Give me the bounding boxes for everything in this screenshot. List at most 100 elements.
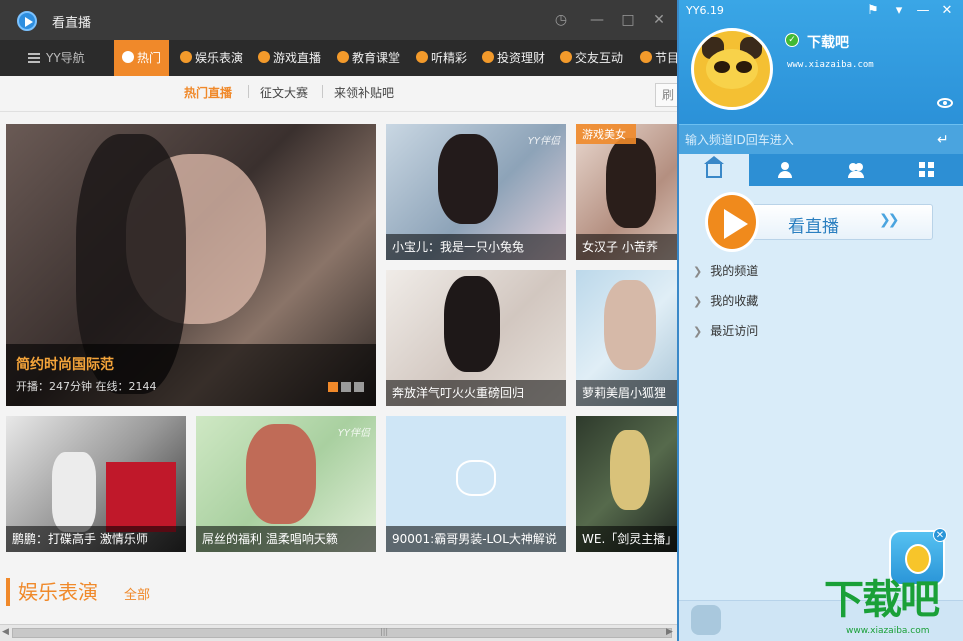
- avatar-eye: [736, 61, 752, 73]
- nav-item-hot[interactable]: 热门: [114, 40, 170, 76]
- carousel-dot-3[interactable]: [354, 382, 364, 392]
- stream-thumbnail: [610, 430, 650, 510]
- refresh-button[interactable]: 刷: [655, 83, 677, 107]
- link-icon: [560, 51, 572, 63]
- stream-tile[interactable]: WE.「剑灵主播」: [576, 416, 677, 552]
- watch-live-button[interactable]: 看直播 ❯❯: [703, 190, 933, 254]
- subnav-divider: [322, 85, 323, 98]
- subnav-divider: [248, 85, 249, 98]
- link-recent-visits[interactable]: ❯ 最近访问: [693, 322, 758, 339]
- tab-contacts[interactable]: [750, 154, 820, 186]
- stream-caption: 女汉子 小苦荞: [576, 234, 677, 260]
- featured-meta: 开播：247分钟 在线：2144: [16, 380, 157, 393]
- scroll-left-icon[interactable]: ◀: [2, 627, 9, 637]
- music-icon: [416, 51, 428, 63]
- nav-item-yy-guide[interactable]: YY导航: [28, 40, 85, 76]
- channel-search-bar: ↵: [679, 124, 963, 154]
- pet-icon[interactable]: [691, 605, 721, 635]
- visibility-eye-icon[interactable]: [937, 98, 953, 108]
- minimize-icon[interactable]: —: [589, 12, 605, 28]
- carousel-dot-1[interactable]: [328, 382, 338, 392]
- double-chevron-right-icon: ❯❯: [879, 212, 900, 228]
- nav-item-programs[interactable]: 节目: [640, 40, 677, 76]
- stream-tile[interactable]: 90001:霸哥男装-LOL大神解说: [386, 416, 566, 552]
- featured-stream-tile[interactable]: 简约时尚国际范 开播：247分钟 在线：2144: [6, 124, 376, 406]
- tab-apps[interactable]: [892, 154, 962, 186]
- maximize-icon[interactable]: □: [620, 12, 636, 28]
- scrollbar-thumb[interactable]: [12, 628, 672, 638]
- channel-id-input[interactable]: [685, 129, 931, 151]
- enter-icon[interactable]: ↵: [937, 132, 949, 148]
- section-title: 娱乐表演: [6, 578, 98, 606]
- home-icon: [704, 156, 724, 178]
- stream-caption: 90001:霸哥男装-LOL大神解说: [386, 526, 566, 552]
- stream-watermark: YY伴侣: [527, 136, 560, 147]
- smile-icon: [180, 51, 192, 63]
- nav-item-social[interactable]: 交友互动: [560, 40, 623, 76]
- stream-caption: 屌丝的福利 温柔唱响天籁: [196, 526, 376, 552]
- stream-caption: 奔放洋气叮火火重磅回归: [386, 380, 566, 406]
- yy-minimize-icon[interactable]: —: [915, 3, 931, 19]
- stream-watermark: YY伴侣: [337, 428, 370, 439]
- scrollbar-grip-icon: |||: [380, 627, 389, 636]
- avatar-eye: [714, 61, 730, 73]
- stream-thumbnail: [246, 424, 316, 524]
- yy-menu-icon[interactable]: ▾: [891, 3, 907, 19]
- stream-thumbnail: [604, 280, 656, 370]
- chevron-right-icon: ❯: [693, 325, 703, 338]
- desktop: 看直播 ◷ — □ ✕ YY导航 热门 娱乐表演 游戏直播 教育课堂 听精彩 投…: [0, 0, 963, 641]
- group-icon: [848, 162, 864, 178]
- site-watermark-url: www.xiazaiba.com: [846, 626, 930, 636]
- subnav-hot-live[interactable]: 热门直播: [184, 84, 232, 101]
- stream-tile[interactable]: 奔放洋气叮火火重磅回归: [386, 270, 566, 406]
- carousel-dot-2[interactable]: [341, 382, 351, 392]
- yy-close-icon[interactable]: ✕: [939, 3, 955, 19]
- stream-thumbnail: [606, 138, 656, 228]
- stream-caption: 小宝儿：我是一只小兔兔: [386, 234, 566, 260]
- history-clock-icon[interactable]: ◷: [553, 12, 569, 28]
- yy-tab-bar: [679, 154, 963, 186]
- section-all-link[interactable]: 全部: [124, 584, 150, 603]
- nav-item-entertainment[interactable]: 娱乐表演: [180, 40, 243, 76]
- nav-item-education[interactable]: 教育课堂: [337, 40, 400, 76]
- user-icon: [777, 162, 793, 178]
- egg-icon: [905, 544, 931, 574]
- online-status-icon[interactable]: ✓: [785, 33, 799, 47]
- subnav-subsidy[interactable]: 来领补贴吧: [334, 84, 394, 101]
- stream-tag: 游戏美女: [576, 124, 636, 144]
- username: 下载吧: [807, 35, 849, 51]
- stream-tile[interactable]: YY伴侣 屌丝的福利 温柔唱响天籁: [196, 416, 376, 552]
- horizontal-scrollbar[interactable]: ◀ ||| ▶: [0, 624, 677, 641]
- nav-item-listen[interactable]: 听精彩: [416, 40, 467, 76]
- live-logo-icon: [17, 11, 37, 31]
- stream-thumbnail: [438, 134, 498, 224]
- menu-icon: [28, 53, 40, 63]
- gamepad-icon: [258, 51, 270, 63]
- link-my-favorites[interactable]: ❯ 我的收藏: [693, 292, 758, 309]
- nav-item-game-live[interactable]: 游戏直播: [258, 40, 321, 76]
- skin-icon[interactable]: ⚑: [865, 3, 881, 19]
- link-my-channels[interactable]: ❯ 我的频道: [693, 262, 758, 279]
- stream-caption: 萝莉美眉小狐狸: [576, 380, 677, 406]
- close-icon[interactable]: ✕: [651, 12, 667, 28]
- avatar[interactable]: [691, 28, 773, 110]
- featured-caption: 简约时尚国际范 开播：247分钟 在线：2144: [6, 344, 376, 406]
- live-window: 看直播 ◷ — □ ✕ YY导航 热门 娱乐表演 游戏直播 教育课堂 听精彩 投…: [0, 0, 677, 641]
- live-window-title: 看直播: [52, 16, 92, 31]
- widget-close-icon[interactable]: ✕: [933, 528, 947, 542]
- stream-tile[interactable]: 鹏鹏：打碟高手 激情乐师: [6, 416, 186, 552]
- tab-home[interactable]: [679, 154, 749, 186]
- chart-icon: [482, 51, 494, 63]
- stream-caption: WE.「剑灵主播」: [576, 526, 677, 552]
- scroll-right-icon[interactable]: ▶: [666, 627, 673, 637]
- stream-thumbnail: [444, 276, 500, 372]
- fire-icon: [122, 51, 134, 63]
- tab-groups[interactable]: [821, 154, 891, 186]
- stream-tile[interactable]: 萝莉美眉小狐狸: [576, 270, 677, 406]
- subnav-essay-contest[interactable]: 征文大赛: [260, 84, 308, 101]
- nav-item-investment[interactable]: 投资理财: [482, 40, 545, 76]
- stream-tile[interactable]: 游戏美女 女汉子 小苦荞: [576, 124, 677, 260]
- stream-tile[interactable]: YY伴侣 小宝儿：我是一只小兔兔: [386, 124, 566, 260]
- watch-live-label: 看直播: [788, 217, 839, 237]
- stream-thumbnail-figure: [52, 452, 96, 532]
